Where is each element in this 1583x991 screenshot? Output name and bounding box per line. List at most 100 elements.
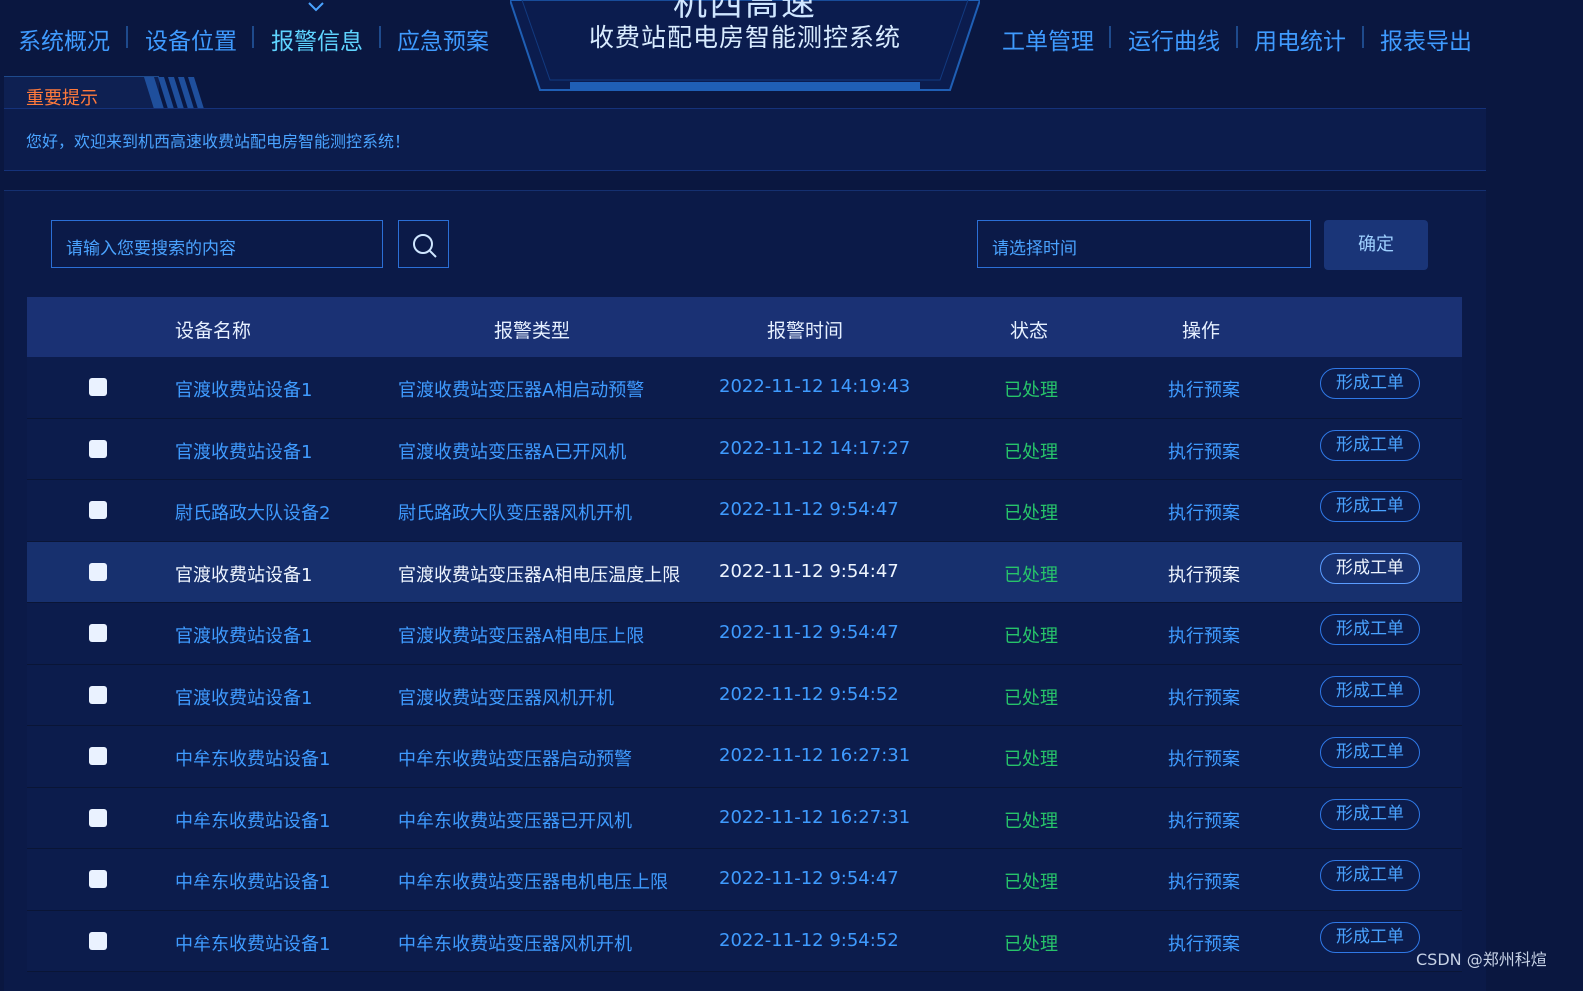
table-row[interactable]: 官渡收费站设备1 官渡收费站变压器A相电压上限 2022-11-12 9:54:47… (27, 603, 1462, 665)
column-header-type: 报警类型 (494, 320, 571, 342)
create-work-order-button[interactable]: 形成工单 (1320, 429, 1420, 461)
table-row[interactable]: 官渡收费站设备1 官渡收费站变压器A相启动预警 2022-11-12 14:19:4… (27, 357, 1462, 419)
row-checkbox[interactable] (89, 562, 107, 581)
table-row[interactable]: 官渡收费站设备1 官渡收费站变压器A已开风机 2022-11-12 14:17:27… (27, 418, 1462, 480)
search-input[interactable]: 请输入您要搜索的内容 (51, 220, 383, 268)
cell-device: 官渡收费站设备1 (175, 441, 313, 463)
cell-device: 尉氏路政大队设备2 (175, 503, 331, 524)
table-row[interactable]: 官渡收费站设备1 官渡收费站变压器A相电压温度上限 2022-11-12 9:54:… (27, 541, 1462, 603)
nav-item-alarm-info[interactable]: 报警信息 (271, 22, 363, 56)
cell-device: 中牟东收费站设备1 (175, 810, 331, 832)
create-work-order-button[interactable]: 形成工单 (1320, 737, 1420, 768)
cell-status: 已处理 (1004, 749, 1058, 770)
execute-plan-link[interactable]: 执行预案 (1168, 376, 1240, 402)
cell-device: 官渡收费站设备1 (175, 626, 313, 647)
cell-device: 中牟东收费站设备1 (175, 749, 331, 770)
create-work-order-button[interactable]: 形成工单 (1320, 798, 1420, 830)
create-work-order-button[interactable]: 形成工单 (1320, 860, 1420, 891)
column-header-time: 报警时间 (767, 320, 844, 342)
cell-alarm-time: 2022-11-12 9:54:47 (719, 868, 899, 889)
alarm-table: 设备名称 报警类型 报警时间 状态 操作 官渡收费站设备1 官渡收费站变压器A相启… (27, 297, 1462, 972)
row-checkbox[interactable] (89, 439, 107, 458)
stripe-decoration (144, 77, 204, 109)
create-work-order-button[interactable]: 形成工单 (1320, 921, 1420, 953)
cell-status: 已处理 (1004, 810, 1058, 832)
table-row[interactable]: 中牟东收费站设备1 中牟东收费站变压器风机开机 2022-11-12 9:54:52… (27, 910, 1462, 972)
cell-status: 已处理 (1004, 687, 1058, 709)
cell-alarm-type: 中牟东收费站变压器启动预警 (398, 749, 632, 770)
nav-divider (1236, 26, 1238, 48)
table-row[interactable]: 官渡收费站设备1 官渡收费站变压器风机开机 2022-11-12 9:54:52 已处… (27, 664, 1462, 726)
cell-alarm-type: 尉氏路政大队变压器风机开机 (398, 503, 632, 524)
execute-plan-link[interactable]: 执行预案 (1168, 807, 1240, 833)
nav-divider (1109, 26, 1111, 48)
cell-alarm-time: 2022-11-12 9:54:52 (719, 683, 899, 705)
search-placeholder: 请输入您要搜索的内容 (66, 239, 236, 259)
column-header-status: 状态 (1010, 320, 1049, 342)
execute-plan-link[interactable]: 执行预案 (1168, 684, 1240, 710)
chevron-down-icon (308, 2, 324, 12)
cell-alarm-time: 2022-11-12 14:19:43 (719, 376, 911, 397)
execute-plan-link[interactable]: 执行预案 (1168, 930, 1240, 956)
nav-divider (252, 26, 254, 48)
execute-plan-link[interactable]: 执行预案 (1168, 745, 1240, 771)
row-checkbox[interactable] (89, 931, 107, 950)
cell-device: 官渡收费站设备1 (175, 380, 313, 401)
notice-message: 您好，欢迎来到机西高速收费站配电房智能测控系统！ (26, 132, 411, 151)
table-body: 官渡收费站设备1 官渡收费站变压器A相启动预警 2022-11-12 14:19:4… (27, 357, 1462, 972)
time-picker-input[interactable]: 请选择时间 (977, 220, 1311, 268)
column-header-action: 操作 (1182, 320, 1221, 342)
nav-item-report-export[interactable]: 报表导出 (1380, 22, 1472, 56)
cell-device: 中牟东收费站设备1 (175, 872, 331, 893)
cell-device: 官渡收费站设备1 (175, 687, 313, 709)
table-header: 设备名称 报警类型 报警时间 状态 操作 (27, 297, 1462, 357)
table-row[interactable]: 尉氏路政大队设备2 尉氏路政大队变压器风机开机 2022-11-12 9:54:47… (27, 480, 1462, 542)
cell-alarm-time: 2022-11-12 9:54:47 (719, 622, 899, 643)
nav-item-power-stats[interactable]: 用电统计 (1254, 22, 1346, 56)
row-checkbox[interactable] (89, 624, 107, 642)
nav-divider (379, 26, 381, 48)
row-checkbox[interactable] (89, 870, 107, 888)
cell-alarm-time: 2022-11-12 16:27:31 (719, 745, 911, 766)
cell-device: 中牟东收费站设备1 (175, 933, 331, 955)
create-work-order-button[interactable]: 形成工单 (1320, 491, 1420, 522)
cell-alarm-time: 2022-11-12 14:17:27 (719, 437, 911, 459)
nav-item-emergency-plan[interactable]: 应急预案 (397, 22, 489, 56)
execute-plan-link[interactable]: 执行预案 (1168, 622, 1240, 648)
cell-alarm-time: 2022-11-12 9:54:52 (719, 929, 899, 951)
nav-item-work-order[interactable]: 工单管理 (1002, 22, 1094, 56)
notice-title: 重要提示 (26, 88, 98, 109)
cell-alarm-time: 2022-11-12 9:54:47 (719, 560, 899, 582)
cell-alarm-type: 中牟东收费站变压器已开风机 (398, 810, 632, 832)
execute-plan-link[interactable]: 执行预案 (1168, 561, 1240, 587)
row-checkbox[interactable] (89, 808, 107, 827)
execute-plan-link[interactable]: 执行预案 (1168, 438, 1240, 464)
execute-plan-link[interactable]: 执行预案 (1168, 868, 1240, 894)
cell-status: 已处理 (1004, 441, 1058, 463)
create-work-order-button[interactable]: 形成工单 (1320, 368, 1420, 399)
cell-status: 已处理 (1004, 380, 1058, 401)
search-button[interactable] (398, 220, 449, 268)
cell-alarm-time: 2022-11-12 9:54:47 (719, 499, 899, 520)
title-banner: 机西高速 收费站配电房智能测控系统 (510, 0, 980, 92)
page-title: 收费站配电房智能测控系统 (588, 23, 901, 52)
search-icon (413, 234, 437, 258)
create-work-order-button[interactable]: 形成工单 (1320, 614, 1420, 645)
nav-item-device-location[interactable]: 设备位置 (145, 22, 237, 56)
nav-item-overview[interactable]: 系统概况 (18, 22, 110, 56)
create-work-order-button[interactable]: 形成工单 (1320, 675, 1420, 707)
cell-alarm-type: 官渡收费站变压器风机开机 (398, 687, 614, 709)
row-checkbox[interactable] (89, 501, 107, 519)
table-row[interactable]: 中牟东收费站设备1 中牟东收费站变压器启动预警 2022-11-12 16:27:3… (27, 726, 1462, 788)
nav-item-run-curve[interactable]: 运行曲线 (1128, 22, 1220, 56)
row-checkbox[interactable] (89, 747, 107, 765)
row-checkbox[interactable] (89, 378, 107, 396)
confirm-button[interactable]: 确定 (1324, 220, 1428, 270)
table-row[interactable]: 中牟东收费站设备1 中牟东收费站变压器已开风机 2022-11-12 16:27:3… (27, 787, 1462, 849)
execute-plan-link[interactable]: 执行预案 (1168, 499, 1240, 525)
create-work-order-button[interactable]: 形成工单 (1320, 552, 1420, 584)
cell-status: 已处理 (1004, 564, 1058, 586)
row-checkbox[interactable] (89, 685, 107, 704)
table-row[interactable]: 中牟东收费站设备1 中牟东收费站变压器电机电压上限 2022-11-12 9:54:… (27, 849, 1462, 911)
cell-alarm-type: 中牟东收费站变压器电机电压上限 (398, 872, 668, 893)
